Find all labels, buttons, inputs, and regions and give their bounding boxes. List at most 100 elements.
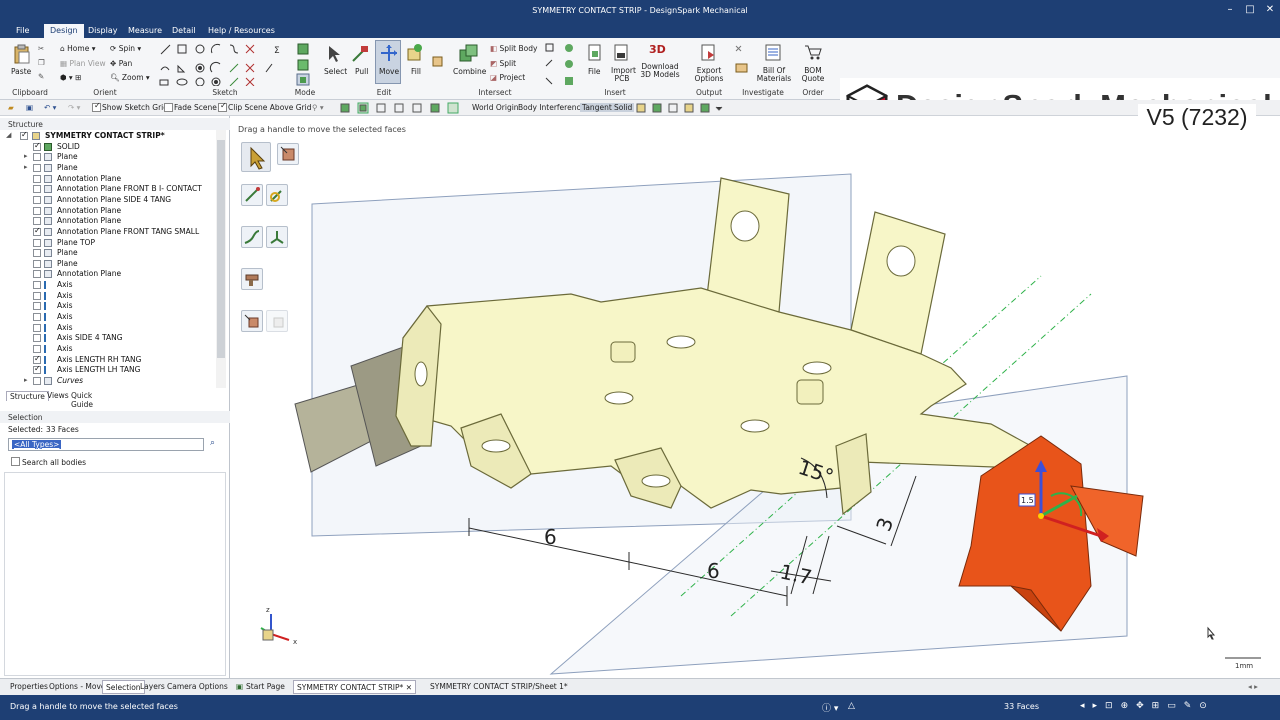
download-3d-button[interactable]: Download 3D Models: [636, 63, 684, 79]
visibility-checkbox[interactable]: [33, 226, 41, 236]
layer-icon[interactable]: ⚲ ▾: [312, 103, 324, 112]
visibility-checkbox[interactable]: [33, 141, 41, 151]
tree-item[interactable]: Plane: [0, 248, 214, 259]
selection-filter-icons[interactable]: [636, 102, 726, 114]
tab-quick-guide[interactable]: Quick Guide: [68, 391, 96, 409]
palette-direction-tool[interactable]: [241, 184, 263, 206]
visibility-checkbox[interactable]: [33, 217, 41, 226]
tree-item[interactable]: SOLID: [0, 141, 214, 153]
cut-icon[interactable]: ✂: [38, 44, 44, 53]
palette-select-body-tool[interactable]: [277, 143, 299, 165]
world-origin-label[interactable]: World Origin: [472, 103, 519, 112]
tree-item[interactable]: Axis: [0, 312, 214, 323]
show-sketch-grid-checkbox[interactable]: [92, 101, 101, 112]
visibility-checkbox[interactable]: [33, 354, 41, 364]
split-body-button[interactable]: ◧ Split Body: [490, 44, 537, 53]
split-button[interactable]: ◩ Split: [490, 59, 516, 68]
fade-scene-checkbox[interactable]: [164, 103, 173, 112]
palette-maintain-tool[interactable]: [266, 310, 288, 332]
selection-filter-input[interactable]: <All Types>: [8, 438, 204, 451]
expand-icon[interactable]: ▸: [24, 152, 28, 160]
zoom-button[interactable]: 🔍︎ Zoom ▾: [110, 73, 150, 82]
insert-shape-icons[interactable]: [544, 42, 578, 86]
visibility-checkbox[interactable]: [33, 206, 41, 215]
doc-tab-drawing[interactable]: SYMMETRY CONTACT STRIP/Sheet 1*: [430, 682, 568, 691]
investigate-icons[interactable]: [734, 44, 750, 78]
tab-structure[interactable]: Structure: [6, 391, 49, 401]
visibility-checkbox[interactable]: [33, 313, 41, 322]
visibility-checkbox[interactable]: [33, 259, 41, 268]
body-interference-label[interactable]: Body Interference: [518, 103, 585, 112]
paste-button[interactable]: Paste: [11, 67, 31, 76]
tab-options-move[interactable]: Options - Move: [49, 682, 106, 691]
tree-item[interactable]: Axis: [0, 291, 214, 302]
tab-layers[interactable]: Layers: [140, 682, 165, 691]
visibility-checkbox[interactable]: [33, 185, 41, 194]
tree-item[interactable]: Annotation Plane SIDE 4 TANG: [0, 195, 214, 206]
tree-item[interactable]: Axis: [0, 323, 214, 334]
search-icon[interactable]: ⌕: [210, 438, 215, 448]
palette-select-tool[interactable]: [241, 142, 271, 172]
visibility-checkbox[interactable]: [33, 334, 41, 343]
undo-icon[interactable]: ↶ ▾: [44, 103, 56, 112]
solid-toggle[interactable]: Solid: [612, 103, 635, 112]
file-insert-button[interactable]: File: [588, 67, 601, 76]
tab-scroll-arrows-icon[interactable]: ◂ ▸: [1248, 682, 1258, 691]
menu-help[interactable]: Help / Resources: [202, 24, 281, 38]
tab-selection[interactable]: Selection: [102, 680, 145, 694]
tree-item[interactable]: Annotation Plane: [0, 216, 214, 227]
tree-root-checkbox[interactable]: [20, 130, 28, 140]
combine-button[interactable]: Combine: [453, 67, 486, 76]
collapse-icon[interactable]: ◢: [6, 131, 11, 139]
menu-file[interactable]: File: [10, 24, 35, 38]
visibility-checkbox[interactable]: [33, 323, 41, 332]
tab-camera-options[interactable]: Camera Options: [167, 682, 228, 691]
search-all-bodies-checkbox[interactable]: [11, 457, 20, 466]
visibility-checkbox[interactable]: [33, 238, 41, 247]
visibility-checkbox[interactable]: [33, 345, 41, 353]
project-button[interactable]: ◪ Project: [490, 73, 525, 82]
visibility-checkbox[interactable]: [33, 270, 41, 279]
palette-detach-tool[interactable]: [241, 310, 263, 332]
bill-of-materials-button[interactable]: Bill Of Materials: [756, 67, 792, 83]
status-tools-icons[interactable]: ◂▸⊡⊕✥⊞▭✎⊙: [1080, 701, 1215, 711]
palette-ruler-tool[interactable]: [241, 226, 263, 248]
move-button[interactable]: Move: [379, 67, 399, 76]
fill-button[interactable]: Fill: [411, 67, 421, 76]
spin-button[interactable]: ⟳ Spin ▾: [110, 44, 141, 53]
display-style-icons[interactable]: [340, 102, 465, 114]
home-button[interactable]: ⌂ Home ▾: [60, 44, 95, 53]
selection-results-list[interactable]: [4, 472, 226, 676]
tree-item[interactable]: Axis: [0, 344, 214, 355]
palette-anchor-tool[interactable]: [266, 184, 288, 206]
pull-button[interactable]: Pull: [355, 67, 368, 76]
tree-item[interactable]: Plane TOP: [0, 238, 214, 249]
tree-item[interactable]: Annotation Plane: [0, 206, 214, 217]
menu-design[interactable]: Design: [44, 24, 84, 38]
visibility-checkbox[interactable]: [33, 174, 41, 183]
palette-up-to-tool[interactable]: [241, 268, 263, 290]
bom-quote-button[interactable]: BOM Quote: [800, 67, 826, 83]
visibility-checkbox[interactable]: [33, 376, 41, 385]
tree-item[interactable]: ▸ Curves: [0, 376, 214, 387]
maximize-button[interactable]: □: [1242, 4, 1258, 18]
select-button[interactable]: Select: [324, 67, 347, 76]
sketch-tools-icons[interactable]: Σ: [158, 42, 288, 86]
replace-icon[interactable]: [432, 56, 444, 68]
export-options-button[interactable]: Export Options: [692, 67, 726, 83]
menu-detail[interactable]: Detail: [166, 24, 202, 38]
tree-item[interactable]: ▸ Plane: [0, 152, 214, 163]
menu-measure[interactable]: Measure: [122, 24, 168, 38]
tree-item[interactable]: Plane: [0, 259, 214, 270]
tree-item[interactable]: Axis LENGTH RH TANG: [0, 354, 214, 366]
doc-tab-close-icon[interactable]: ✕: [406, 683, 412, 692]
visibility-checkbox[interactable]: [33, 291, 41, 300]
redo-icon[interactable]: ↷ ▾: [68, 103, 80, 112]
doc-tab-design[interactable]: SYMMETRY CONTACT STRIP* ✕: [293, 680, 416, 694]
tree-scrollbar-thumb[interactable]: [217, 140, 225, 358]
import-pcb-button[interactable]: Import PCB: [611, 67, 636, 83]
menu-display[interactable]: Display: [82, 24, 124, 38]
expand-icon[interactable]: ▸: [24, 376, 28, 384]
expand-icon[interactable]: ▸: [24, 163, 28, 171]
tree-item[interactable]: Annotation Plane: [0, 174, 214, 185]
